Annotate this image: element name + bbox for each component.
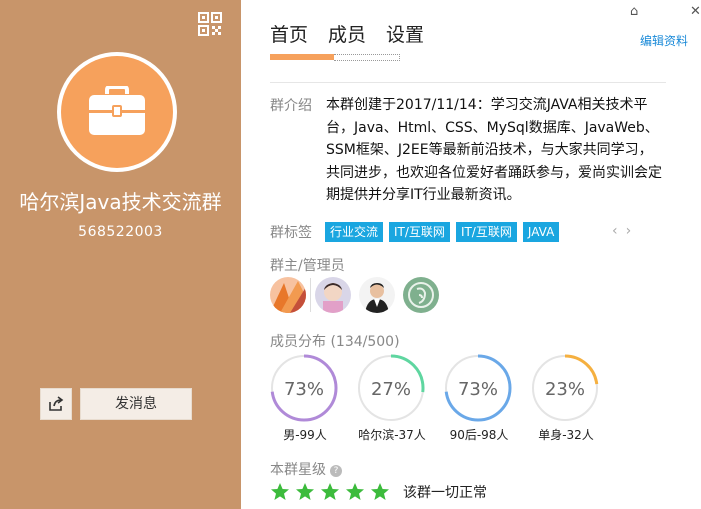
tab-home[interactable]: 首页	[270, 20, 308, 47]
ring-percent: 23%	[545, 379, 585, 400]
member-count: (134/500)	[330, 334, 400, 350]
group-profile-window: 哈尔滨Java技术交流群 568522003 发消息 ⌂ ✕ 编辑资料 首页 成…	[0, 0, 701, 509]
tab-members[interactable]: 成员	[328, 20, 366, 47]
ring-percent: 73%	[458, 379, 498, 400]
distribution-item[interactable]: 73% 男-99人	[270, 354, 357, 443]
share-icon	[49, 396, 64, 411]
admin-avatar[interactable]	[403, 277, 439, 313]
group-name: 哈尔滨Java技术交流群	[19, 190, 222, 214]
star-icon	[271, 483, 289, 500]
tag-pager: ‹›	[612, 223, 639, 239]
tags-label: 群标签	[270, 225, 312, 241]
ring-percent: 73%	[284, 379, 324, 400]
star-icon	[296, 483, 314, 500]
distribution-caption: 90后-98人	[449, 428, 509, 442]
tag-item[interactable]: IT/互联网	[455, 222, 517, 242]
group-id: 568522003	[78, 224, 163, 240]
star-icon	[321, 483, 339, 500]
help-icon[interactable]: ?	[330, 465, 342, 477]
distribution-title: 成员分布	[270, 334, 326, 350]
distribution-ring: 27%	[357, 354, 425, 422]
chevron-left-icon[interactable]: ‹	[612, 223, 626, 239]
close-icon[interactable]: ✕	[690, 4, 701, 19]
tab-settings[interactable]: 设置	[386, 20, 424, 47]
rank-label-row: 本群星级?	[270, 459, 342, 479]
admin-avatar[interactable]	[359, 277, 395, 313]
tab-indicator-outline	[334, 54, 400, 61]
distribution-item[interactable]: 73% 90后-98人	[444, 354, 531, 443]
share-button[interactable]	[40, 388, 72, 420]
admin-avatar[interactable]	[270, 277, 306, 313]
distribution-item[interactable]: 23% 单身-32人	[531, 354, 618, 443]
distribution-item[interactable]: 27% 哈尔滨-37人	[357, 354, 444, 443]
distribution-caption: 男-99人	[283, 428, 327, 442]
distribution-ring: 73%	[444, 354, 512, 422]
star-icon	[371, 483, 389, 500]
distribution-label: 成员分布 (134/500)	[270, 331, 400, 351]
intro-text: 本群创建于2017/11/14：学习交流JAVA相关技术平台，Java、Html…	[326, 97, 662, 203]
member-distribution: 73% 男-99人 27% 哈尔滨-37人 73% 90后-98人 23% 单身-32人	[270, 354, 618, 443]
ring-percent: 27%	[371, 379, 411, 400]
tag-item[interactable]: IT/互联网	[389, 222, 450, 242]
edit-profile-link[interactable]: 编辑资料	[640, 32, 688, 49]
tag-list: 行业交流 IT/互联网 IT/互联网 JAVA	[325, 222, 560, 242]
tag-item[interactable]: JAVA	[522, 222, 560, 242]
send-message-button[interactable]: 发消息	[80, 388, 192, 420]
intro-label: 群介绍	[270, 98, 312, 114]
qr-code-icon[interactable]	[198, 12, 222, 36]
distribution-caption: 哈尔滨-37人	[358, 428, 426, 442]
group-avatar[interactable]	[57, 52, 177, 172]
admin-avatar[interactable]	[315, 277, 351, 313]
distribution-ring: 23%	[531, 354, 599, 422]
sidebar: 哈尔滨Java技术交流群 568522003 发消息	[0, 0, 241, 509]
active-tab-indicator	[270, 54, 334, 60]
star-rating: 该群一切正常	[270, 482, 487, 502]
tag-item[interactable]: 行业交流	[325, 222, 384, 242]
chevron-right-icon[interactable]: ›	[626, 223, 640, 239]
star-icon	[346, 483, 364, 500]
rank-status: 该群一切正常	[403, 485, 487, 501]
divider	[310, 278, 311, 312]
rank-label: 本群星级	[270, 462, 326, 478]
distribution-caption: 单身-32人	[538, 428, 594, 442]
briefcase-icon	[89, 86, 145, 135]
tab-bar: 首页 成员 设置	[270, 20, 424, 47]
admins-label: 群主/管理员	[270, 258, 345, 274]
distribution-ring: 73%	[270, 354, 338, 422]
admin-list	[270, 277, 439, 313]
home-icon[interactable]: ⌂	[630, 4, 638, 19]
divider	[270, 82, 666, 83]
